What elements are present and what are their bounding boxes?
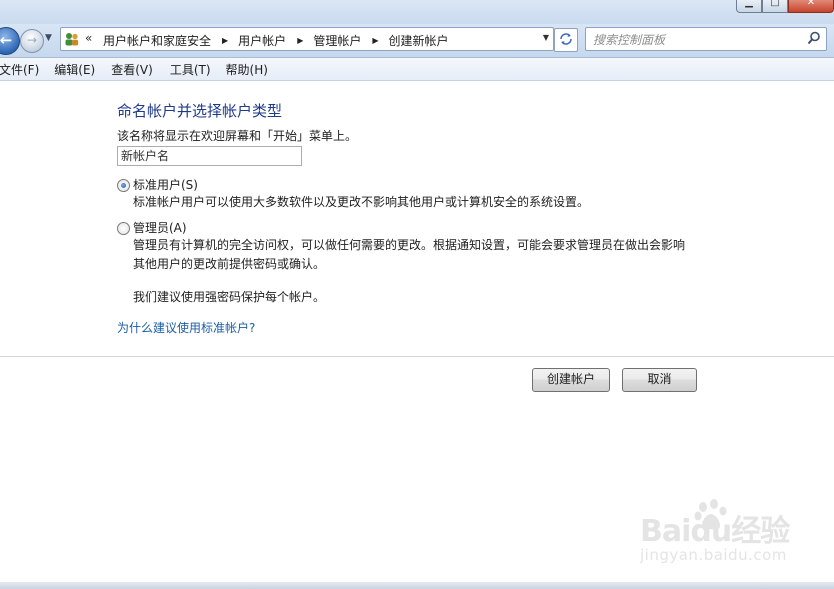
create-account-button[interactable]: 创建帐户 (532, 368, 610, 392)
breadcrumb-item[interactable]: 用户帐户 (238, 32, 286, 49)
forward-button[interactable]: → (20, 29, 44, 53)
search-box[interactable]: 搜索控制面板 (585, 27, 827, 51)
menu-view[interactable]: 查看(V) (111, 61, 162, 78)
refresh-icon (560, 33, 572, 45)
administrator-radio[interactable] (117, 222, 130, 235)
breadcrumb-separator-icon[interactable]: ▶ (297, 36, 303, 45)
password-recommendation: 我们建议使用强密码保护每个帐户。 (133, 290, 326, 304)
menu-tools[interactable]: 工具(T) (170, 61, 220, 78)
menu-bar: 文件(F) 编辑(E) 查看(V) 工具(T) 帮助(H) (0, 58, 834, 81)
why-standard-account-link[interactable]: 为什么建议使用标准帐户? (117, 319, 255, 336)
administrator-description-line: 其他用户的更改前提供密码或确认。 (133, 257, 326, 271)
search-icon[interactable] (807, 31, 821, 45)
standard-user-description: 标准帐户用户可以使用大多数软件以及更改不影响其他用户或计算机安全的系统设置。 (133, 195, 590, 209)
watermark-url: jingyan.baidu.com (640, 546, 787, 564)
breadcrumb-item[interactable]: 用户帐户和家庭安全 (103, 32, 211, 49)
address-bar[interactable]: « 用户帐户和家庭安全 ▶ 用户帐户 ▶ 管理帐户 ▶ 创建新帐户 ▼ (60, 27, 554, 51)
administrator-description-line: 管理员有计算机的完全访问权，可以做任何需要的更改。根据通知设置，可能会要求管理员… (133, 238, 686, 252)
address-dropdown-icon[interactable]: ▼ (543, 33, 549, 42)
watermark-logo: Baidu经验 (640, 514, 790, 549)
breadcrumb: 用户帐户和家庭安全 ▶ 用户帐户 ▶ 管理帐户 ▶ 创建新帐户 (103, 32, 449, 49)
minimize-button[interactable]: ▁ (736, 0, 762, 13)
menu-edit[interactable]: 编辑(E) (54, 61, 104, 78)
breadcrumb-separator-icon[interactable]: ▶ (372, 36, 378, 45)
menu-file[interactable]: 文件(F) (0, 61, 48, 78)
administrator-label[interactable]: 管理员(A) (133, 219, 187, 236)
divider (0, 356, 834, 357)
breadcrumb-separator-icon[interactable]: ▶ (222, 36, 228, 45)
cancel-button[interactable]: 取消 (622, 368, 697, 392)
menu-help[interactable]: 帮助(H) (226, 61, 277, 78)
refresh-button[interactable] (554, 28, 578, 52)
users-icon (65, 33, 79, 46)
navigation-bar: ← → ▼ « 用户帐户和家庭安全 ▶ 用户帐户 ▶ 管理帐户 ▶ 创建新帐户 … (0, 24, 834, 58)
name-description: 该名称将显示在欢迎屏幕和「开始」菜单上。 (117, 129, 358, 143)
search-input[interactable]: 搜索控制面板 (593, 31, 665, 48)
breadcrumb-item[interactable]: 管理帐户 (313, 32, 361, 49)
window-controls: ▁ □ ✕ (736, 0, 834, 13)
maximize-button[interactable]: □ (762, 0, 788, 13)
page-title: 命名帐户并选择帐户类型 (117, 102, 283, 120)
administrator-description: 管理员有计算机的完全访问权，可以做任何需要的更改。根据通知设置，可能会要求管理员… (133, 236, 733, 274)
standard-user-radio[interactable] (117, 179, 130, 192)
window-bottom-edge (0, 582, 834, 589)
standard-user-label[interactable]: 标准用户(S) (133, 176, 198, 193)
recent-pages-dropdown-icon[interactable]: ▼ (45, 33, 52, 43)
title-bar: ▁ □ ✕ (0, 0, 834, 24)
watermark: Baidu经验 jingyan.baidu.com (640, 496, 800, 571)
breadcrumb-overflow-icon[interactable]: « (85, 31, 92, 45)
breadcrumb-item[interactable]: 创建新帐户 (389, 32, 449, 49)
account-name-input[interactable]: 新帐户名 (117, 146, 302, 166)
close-button[interactable]: ✕ (788, 0, 834, 13)
back-button[interactable]: ← (0, 27, 20, 55)
main-content: 命名帐户并选择帐户类型 该名称将显示在欢迎屏幕和「开始」菜单上。 新帐户名 标准… (0, 81, 834, 589)
